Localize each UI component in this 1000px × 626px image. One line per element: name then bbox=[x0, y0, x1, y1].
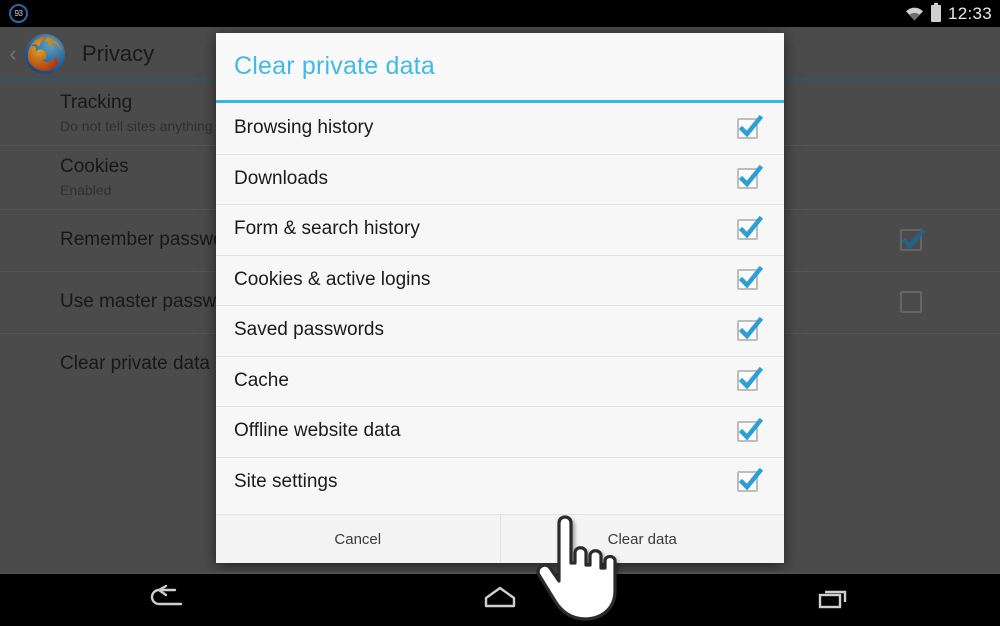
status-bar-clock: 12:33 bbox=[947, 3, 992, 23]
nav-home-icon[interactable] bbox=[333, 572, 666, 626]
back-chevron-icon[interactable]: ‹ bbox=[2, 43, 24, 65]
checkbox-offline-website-data[interactable] bbox=[737, 417, 764, 442]
dialog-row-browsing-history[interactable]: Browsing history bbox=[216, 103, 784, 154]
wifi-icon bbox=[905, 7, 924, 21]
dialog-title: Clear private data bbox=[234, 52, 435, 80]
clear-private-data-dialog: Clear private data Browsing history Down… bbox=[216, 33, 784, 563]
page-title: Privacy bbox=[82, 41, 155, 66]
checkbox-browsing-history[interactable] bbox=[737, 114, 764, 139]
dialog-row-label: Form & search history bbox=[234, 218, 420, 240]
checkbox-site-settings[interactable] bbox=[737, 468, 764, 493]
checkbox-downloads[interactable] bbox=[737, 165, 764, 190]
checkbox-master-password[interactable] bbox=[900, 291, 922, 313]
dialog-row-label: Browsing history bbox=[234, 117, 374, 139]
nav-recents-icon[interactable] bbox=[667, 572, 1000, 626]
checkbox-form-search-history[interactable] bbox=[737, 215, 764, 240]
cancel-button[interactable]: Cancel bbox=[216, 515, 500, 563]
dialog-row-label: Downloads bbox=[234, 167, 328, 189]
dialog-row-saved-passwords[interactable]: Saved passwords bbox=[216, 305, 784, 356]
status-bar: 93 12:33 bbox=[0, 0, 1000, 27]
dialog-row-label: Site settings bbox=[234, 470, 338, 492]
dialog-header: Clear private data bbox=[216, 33, 784, 103]
firefox-logo-icon bbox=[22, 31, 68, 77]
dialog-button-bar: Cancel Clear data bbox=[216, 514, 784, 563]
dialog-row-cache[interactable]: Cache bbox=[216, 355, 784, 406]
dialog-row-label: Cookies & active logins bbox=[234, 268, 431, 290]
dialog-row-label: Cache bbox=[234, 369, 289, 391]
nav-back-icon[interactable] bbox=[0, 572, 333, 626]
dialog-row-site-settings[interactable]: Site settings bbox=[216, 456, 784, 507]
dialog-row-cookies-active-logins[interactable]: Cookies & active logins bbox=[216, 254, 784, 305]
device-screen: 93 12:33 ‹ Privacy Tracking Do not tell … bbox=[0, 0, 1000, 626]
dialog-row-downloads[interactable]: Downloads bbox=[216, 153, 784, 204]
android-navigation-bar bbox=[0, 572, 1000, 626]
dialog-option-list: Browsing history Downloads Form & search… bbox=[216, 103, 784, 514]
status-bar-notifications: 93 bbox=[9, 4, 28, 23]
dialog-row-label: Saved passwords bbox=[234, 319, 384, 341]
dialog-row-label: Offline website data bbox=[234, 420, 401, 442]
checkbox-saved-passwords[interactable] bbox=[737, 316, 764, 341]
status-bar-system-icons: 12:33 bbox=[905, 0, 992, 27]
clear-data-button[interactable]: Clear data bbox=[499, 515, 784, 563]
circle-badge-icon: 93 bbox=[9, 4, 28, 23]
dialog-row-form-search-history[interactable]: Form & search history bbox=[216, 204, 784, 255]
checkbox-cache[interactable] bbox=[737, 367, 764, 392]
battery-full-icon bbox=[930, 3, 941, 22]
checkbox-remember-passwords[interactable] bbox=[900, 228, 926, 251]
checkbox-cookies-active-logins[interactable] bbox=[737, 266, 764, 291]
dialog-row-offline-website-data[interactable]: Offline website data bbox=[216, 406, 784, 457]
